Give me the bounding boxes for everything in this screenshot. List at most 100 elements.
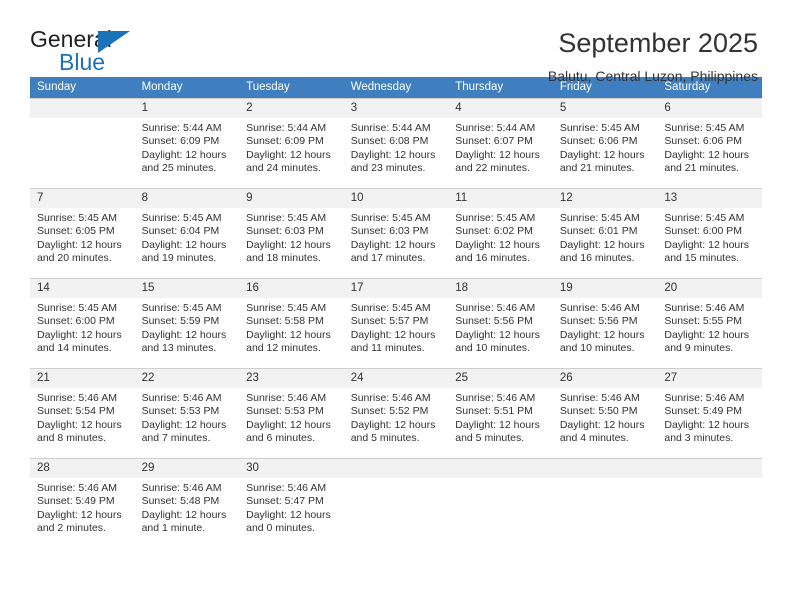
day-cell-details (344, 478, 449, 482)
calendar-day-cell[interactable]: 13 Sunrise: 5:45 AM Sunset: 6:00 PM Dayligh… (657, 188, 762, 278)
calendar-day-cell[interactable]: 4 Sunrise: 5:44 AM Sunset: 6:07 PM Daylight… (448, 98, 553, 188)
day-cell-inner: 10 Sunrise: 5:45 AM Sunset: 6:03 PM Dayligh… (343, 188, 449, 278)
calendar-week-row: 14 Sunrise: 5:45 AM Sunset: 6:00 PM Dayligh… (30, 278, 762, 368)
calendar-day-cell[interactable]: 25 Sunrise: 5:46 AM Sunset: 5:51 PM Dayligh… (448, 368, 553, 458)
calendar-day-cell[interactable]: 29 Sunrise: 5:46 AM Sunset: 5:48 PM Dayligh… (134, 458, 240, 548)
sunset-text: Sunset: 5:52 PM (350, 405, 429, 418)
day-cell-inner: 16 Sunrise: 5:45 AM Sunset: 5:58 PM Dayligh… (239, 278, 344, 368)
daylight-text-line1: Daylight: 12 hours (37, 418, 122, 431)
daylight-text-line1: Daylight: 12 hours (350, 328, 436, 341)
calendar-empty-cell (343, 458, 449, 548)
day-cell-details: Sunrise: 5:46 AM Sunset: 5:50 PM Daylight:… (553, 388, 658, 446)
day-cell-inner (657, 458, 762, 548)
daylight-text-line2: and 5 minutes. (455, 432, 525, 445)
day-number: 21 (30, 369, 135, 388)
calendar-day-cell[interactable]: 15 Sunrise: 5:45 AM Sunset: 5:59 PM Dayligh… (134, 278, 240, 368)
calendar-day-cell[interactable]: 19 Sunrise: 5:46 AM Sunset: 5:56 PM Dayligh… (552, 278, 658, 368)
calendar-day-cell[interactable]: 21 Sunrise: 5:46 AM Sunset: 5:54 PM Dayligh… (30, 368, 135, 458)
day-cell-inner: 1 Sunrise: 5:44 AM Sunset: 6:09 PM Daylight… (134, 98, 240, 188)
calendar-week-row: 7 Sunrise: 5:45 AM Sunset: 6:05 PM Daylight… (30, 188, 762, 278)
day-number: 7 (30, 189, 135, 208)
weekday-header-monday: Monday (134, 77, 240, 98)
page-title: September 2025 (558, 28, 758, 58)
day-number: 11 (448, 189, 553, 208)
day-number: 23 (239, 369, 344, 388)
calendar-day-cell[interactable]: 9 Sunrise: 5:45 AM Sunset: 6:03 PM Daylight… (239, 188, 344, 278)
calendar-day-cell[interactable]: 27 Sunrise: 5:46 AM Sunset: 5:49 PM Dayligh… (657, 368, 762, 458)
daylight-text-line1: Daylight: 12 hours (246, 328, 331, 341)
calendar-empty-cell (30, 98, 135, 188)
calendar-day-cell[interactable]: 11 Sunrise: 5:45 AM Sunset: 6:02 PM Dayligh… (448, 188, 553, 278)
calendar-day-cell[interactable]: 2 Sunrise: 5:44 AM Sunset: 6:09 PM Daylight… (239, 98, 344, 188)
sunrise-text: Sunrise: 5:46 AM (141, 392, 222, 404)
sunset-text: Sunset: 6:03 PM (350, 225, 429, 238)
day-cell-inner: 12 Sunrise: 5:45 AM Sunset: 6:01 PM Dayligh… (552, 188, 658, 278)
calendar-day-cell[interactable]: 22 Sunrise: 5:46 AM Sunset: 5:53 PM Dayligh… (134, 368, 240, 458)
day-number: 8 (134, 189, 240, 208)
brand-logo[interactable]: General Blue (30, 28, 160, 80)
calendar-day-cell[interactable]: 14 Sunrise: 5:45 AM Sunset: 6:00 PM Dayligh… (30, 278, 135, 368)
day-cell-details (657, 478, 762, 482)
weekday-header-wednesday: Wednesday (343, 77, 449, 98)
sunset-text: Sunset: 5:47 PM (246, 495, 324, 508)
sunset-text: Sunset: 6:00 PM (664, 225, 743, 238)
calendar-day-cell[interactable]: 18 Sunrise: 5:46 AM Sunset: 5:56 PM Dayligh… (448, 278, 553, 368)
calendar-day-cell[interactable]: 23 Sunrise: 5:46 AM Sunset: 5:53 PM Dayligh… (239, 368, 344, 458)
calendar-day-cell[interactable]: 12 Sunrise: 5:45 AM Sunset: 6:01 PM Dayligh… (552, 188, 658, 278)
calendar-day-cell[interactable]: 20 Sunrise: 5:46 AM Sunset: 5:55 PM Dayligh… (657, 278, 762, 368)
daylight-text-line1: Daylight: 12 hours (455, 418, 540, 431)
day-cell-inner: 9 Sunrise: 5:45 AM Sunset: 6:03 PM Daylight… (239, 188, 344, 278)
sunset-text: Sunset: 5:55 PM (664, 315, 743, 328)
day-cell-details: Sunrise: 5:45 AM Sunset: 6:03 PM Daylight:… (344, 208, 449, 266)
calendar-page: General Blue September 2025 Balutu, Cent… (0, 0, 792, 612)
calendar-week-row: 1 Sunrise: 5:44 AM Sunset: 6:09 PM Daylight… (30, 98, 762, 188)
sunrise-text: Sunrise: 5:44 AM (350, 122, 431, 134)
day-cell-inner: 23 Sunrise: 5:46 AM Sunset: 5:53 PM Dayligh… (239, 368, 344, 458)
day-number: 25 (448, 369, 553, 388)
day-cell-details: Sunrise: 5:46 AM Sunset: 5:52 PM Daylight:… (344, 388, 449, 446)
calendar-day-cell[interactable]: 16 Sunrise: 5:45 AM Sunset: 5:58 PM Dayligh… (239, 278, 344, 368)
calendar-day-cell[interactable]: 26 Sunrise: 5:46 AM Sunset: 5:50 PM Dayligh… (552, 368, 658, 458)
day-cell-inner: 3 Sunrise: 5:44 AM Sunset: 6:08 PM Daylight… (343, 98, 449, 188)
calendar-day-cell[interactable]: 28 Sunrise: 5:46 AM Sunset: 5:49 PM Dayligh… (30, 458, 135, 548)
day-number: 22 (134, 369, 240, 388)
day-number: 6 (657, 99, 762, 118)
day-cell-inner: 17 Sunrise: 5:45 AM Sunset: 5:57 PM Dayligh… (343, 278, 449, 368)
daylight-text-line2: and 20 minutes. (37, 252, 112, 265)
day-cell-inner: 8 Sunrise: 5:45 AM Sunset: 6:04 PM Daylight… (134, 188, 240, 278)
daylight-text-line2: and 1 minute. (141, 522, 206, 535)
sunset-text: Sunset: 5:54 PM (37, 405, 115, 418)
page-header: General Blue September 2025 Balutu, Cent… (0, 0, 792, 85)
daylight-text-line1: Daylight: 12 hours (246, 508, 331, 521)
calendar-day-cell[interactable]: 6 Sunrise: 5:45 AM Sunset: 6:06 PM Daylight… (657, 98, 762, 188)
calendar-day-cell[interactable]: 3 Sunrise: 5:44 AM Sunset: 6:08 PM Daylight… (343, 98, 449, 188)
daylight-text-line2: and 13 minutes. (141, 342, 217, 355)
sunset-text: Sunset: 6:06 PM (664, 135, 743, 148)
calendar-day-cell[interactable]: 5 Sunrise: 5:45 AM Sunset: 6:06 PM Daylight… (552, 98, 658, 188)
sunrise-text: Sunrise: 5:46 AM (455, 302, 536, 314)
calendar-day-cell[interactable]: 24 Sunrise: 5:46 AM Sunset: 5:52 PM Dayligh… (343, 368, 449, 458)
sunset-text: Sunset: 6:02 PM (455, 225, 533, 238)
calendar-day-cell[interactable]: 10 Sunrise: 5:45 AM Sunset: 6:03 PM Dayligh… (343, 188, 449, 278)
calendar-day-cell[interactable]: 17 Sunrise: 5:45 AM Sunset: 5:57 PM Dayligh… (343, 278, 449, 368)
sunset-text: Sunset: 6:09 PM (246, 135, 324, 148)
calendar-day-cell[interactable]: 8 Sunrise: 5:45 AM Sunset: 6:04 PM Daylight… (134, 188, 240, 278)
day-cell-details: Sunrise: 5:45 AM Sunset: 6:00 PM Daylight:… (30, 298, 135, 356)
daylight-text-line1: Daylight: 12 hours (141, 238, 227, 251)
sunrise-text: Sunrise: 5:45 AM (246, 302, 327, 314)
daylight-text-line2: and 19 minutes. (141, 252, 217, 265)
daylight-text-line2: and 6 minutes. (246, 432, 316, 445)
calendar-day-cell[interactable]: 30 Sunrise: 5:46 AM Sunset: 5:47 PM Dayligh… (239, 458, 344, 548)
calendar-day-cell[interactable]: 1 Sunrise: 5:44 AM Sunset: 6:09 PM Daylight… (134, 98, 240, 188)
day-cell-inner: 25 Sunrise: 5:46 AM Sunset: 5:51 PM Dayligh… (448, 368, 553, 458)
sunset-text: Sunset: 5:58 PM (246, 315, 324, 328)
sunrise-text: Sunrise: 5:45 AM (350, 302, 431, 314)
daylight-text-line2: and 2 minutes. (37, 522, 106, 535)
day-number-blank (657, 459, 762, 478)
day-cell-details (30, 118, 135, 122)
daylight-text-line2: and 3 minutes. (664, 432, 734, 445)
daylight-text-line2: and 12 minutes. (246, 342, 321, 355)
daylight-text-line2: and 5 minutes. (350, 432, 420, 445)
day-number: 20 (657, 279, 762, 298)
calendar-day-cell[interactable]: 7 Sunrise: 5:45 AM Sunset: 6:05 PM Daylight… (30, 188, 135, 278)
